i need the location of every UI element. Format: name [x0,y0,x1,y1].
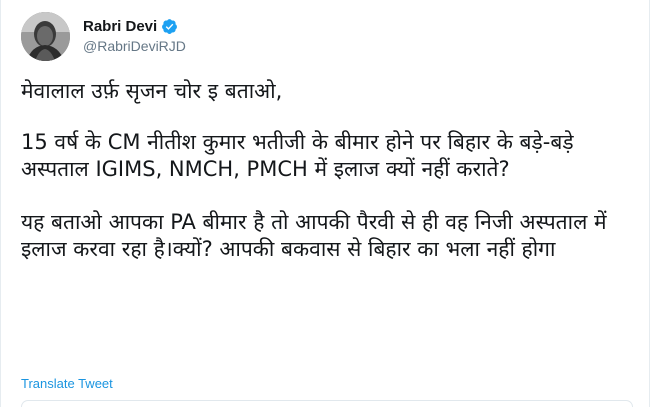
verified-badge-icon [161,18,178,35]
tweet-text: मेवालाल उर्फ़ सृजन चोर इ बताओ, 15 वर्ष क… [21,78,633,289]
author-name-row[interactable]: Rabri Devi [83,16,178,36]
user-avatar[interactable] [21,12,70,61]
translate-tweet-link[interactable]: Translate Tweet [21,376,113,391]
tweet-paragraph: 15 वर्ष के CM नीतीश कुमार भतीजी के बीमार… [21,130,574,181]
author-name[interactable]: Rabri Devi [83,18,157,35]
tweet-paragraph: यह बताओ आपका PA बीमार है तो आपकी पैरवी स… [21,210,607,261]
tweet-paragraph: मेवालाल उर्फ़ सृजन चोर इ बताओ, [21,79,283,103]
profile-photo [21,12,70,61]
tweet-card: Rabri Devi @RabriDeviRJD मेवालाल उर्फ़ स… [0,0,650,407]
quoted-card-edge [21,400,633,407]
author-handle[interactable]: @RabriDeviRJD [83,38,186,54]
